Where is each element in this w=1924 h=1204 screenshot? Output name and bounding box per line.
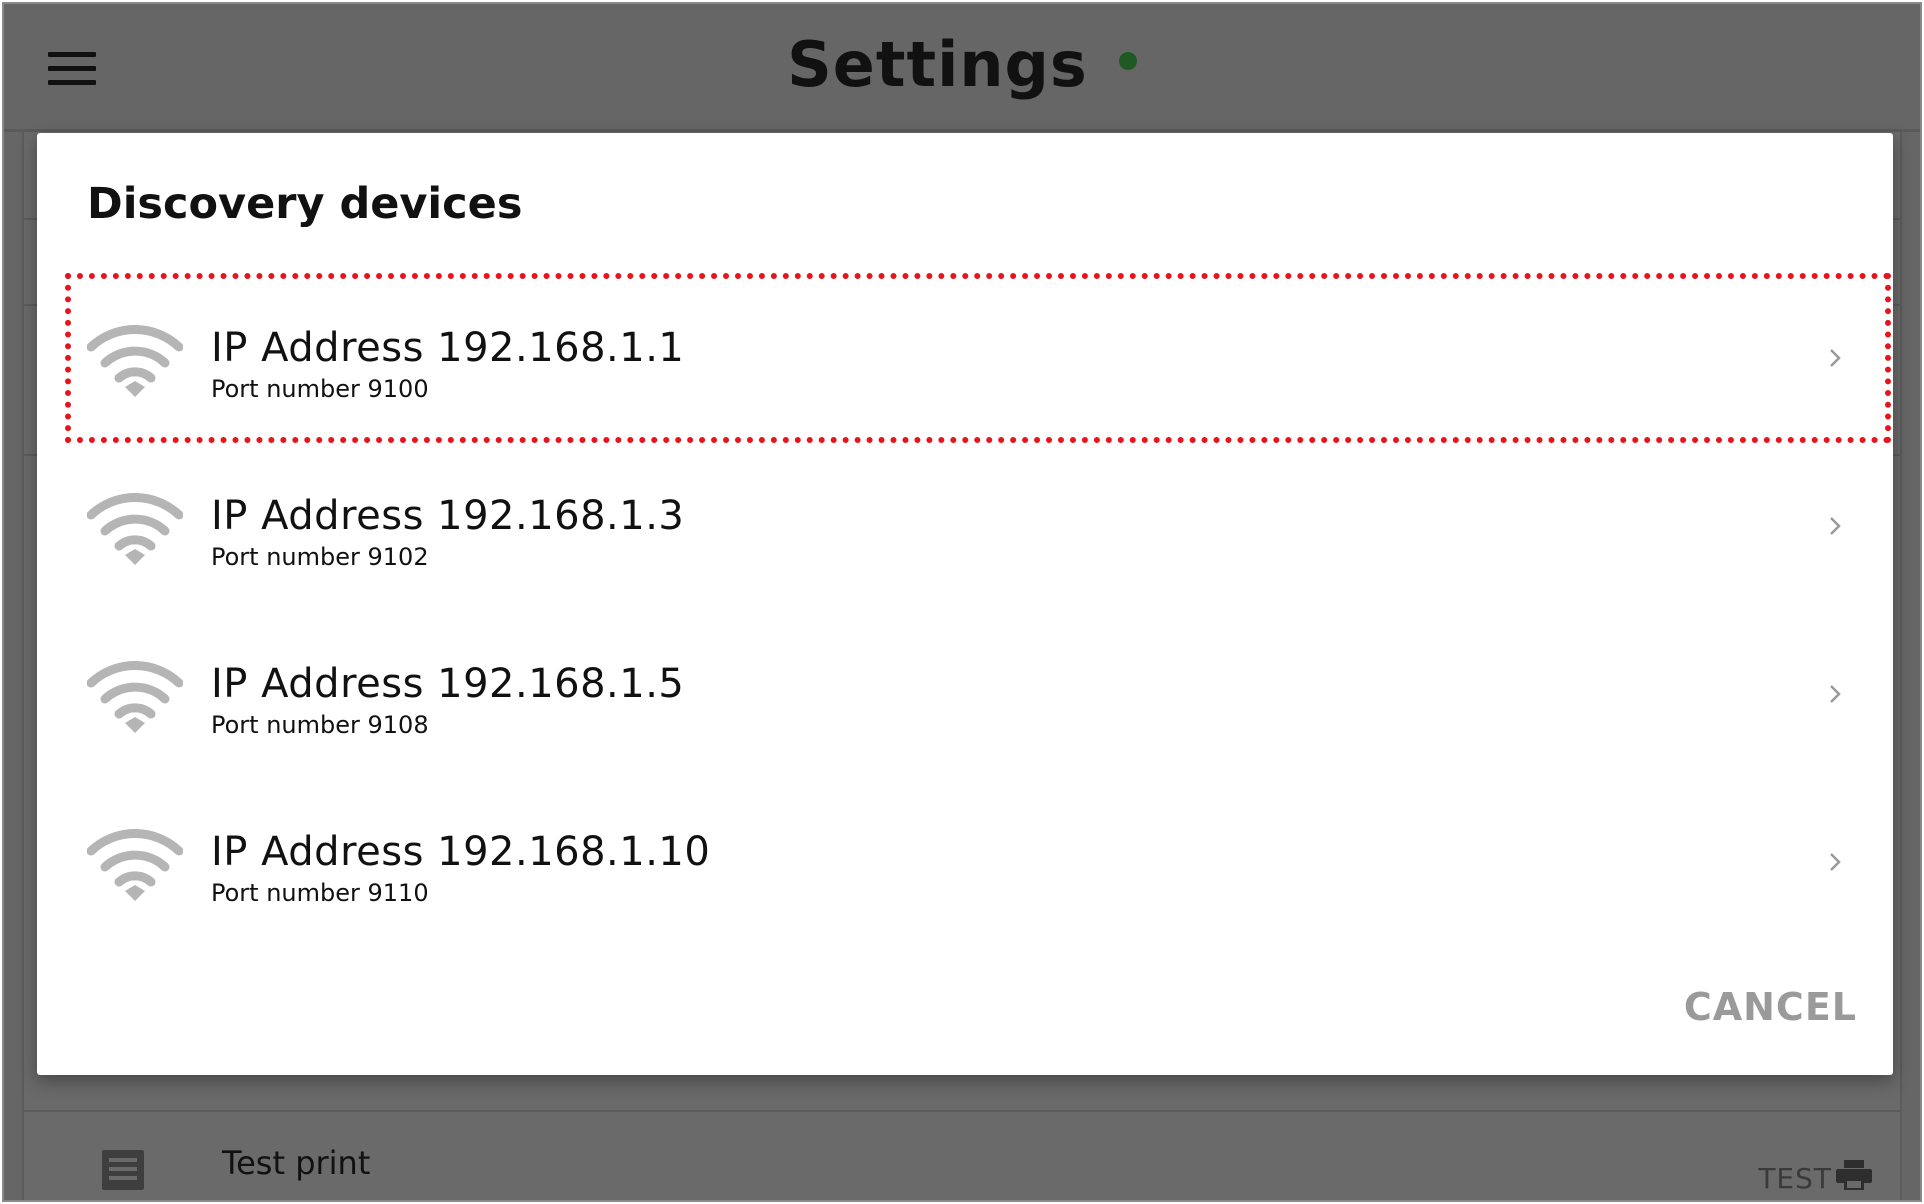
wifi-icon <box>87 829 183 901</box>
test-print-row: Test print TEST <box>22 1112 1902 1200</box>
chevron-right-icon <box>1830 685 1841 703</box>
device-list-item[interactable]: IP Address 192.168.1.10 Port number 9110 <box>37 777 1893 945</box>
wifi-icon <box>87 493 183 565</box>
device-list-item[interactable]: IP Address 192.168.1.5 Port number 9108 <box>37 609 1893 777</box>
device-ip-label: IP Address 192.168.1.10 <box>211 829 711 875</box>
dialog-title: Discovery devices <box>87 179 523 229</box>
chevron-right-icon <box>1830 349 1841 367</box>
cancel-button[interactable]: CANCEL <box>1684 985 1857 1029</box>
test-button[interactable]: TEST <box>1758 1162 1832 1195</box>
app-title-container: Settings <box>4 28 1920 101</box>
status-indicator-icon <box>1118 51 1137 70</box>
device-ip-label: IP Address 192.168.1.3 <box>211 493 685 539</box>
app-window: Test print TEST Settings Discovery devic… <box>2 2 1922 1202</box>
device-port-label: Port number 9110 <box>211 879 429 907</box>
chevron-right-icon <box>1830 517 1841 535</box>
wifi-icon <box>87 661 183 733</box>
document-icon <box>102 1150 144 1190</box>
device-list: IP Address 192.168.1.1 Port number 9100 … <box>37 273 1893 945</box>
chevron-right-icon <box>1830 853 1841 871</box>
test-print-label: Test print <box>222 1144 371 1182</box>
page-title: Settings <box>787 28 1088 101</box>
device-port-label: Port number 9102 <box>211 543 429 571</box>
wifi-icon <box>87 325 183 397</box>
app-bar: Settings <box>4 4 1920 132</box>
device-port-label: Port number 9108 <box>211 711 429 739</box>
device-list-item[interactable]: IP Address 192.168.1.3 Port number 9102 <box>37 441 1893 609</box>
device-list-item[interactable]: IP Address 192.168.1.1 Port number 9100 <box>37 273 1893 443</box>
device-ip-label: IP Address 192.168.1.1 <box>211 325 685 371</box>
discovery-dialog: Discovery devices IP Address 192.168.1.1… <box>37 133 1893 1075</box>
device-port-label: Port number 9100 <box>211 375 429 403</box>
device-ip-label: IP Address 192.168.1.5 <box>211 661 685 707</box>
printer-icon <box>1836 1160 1872 1190</box>
